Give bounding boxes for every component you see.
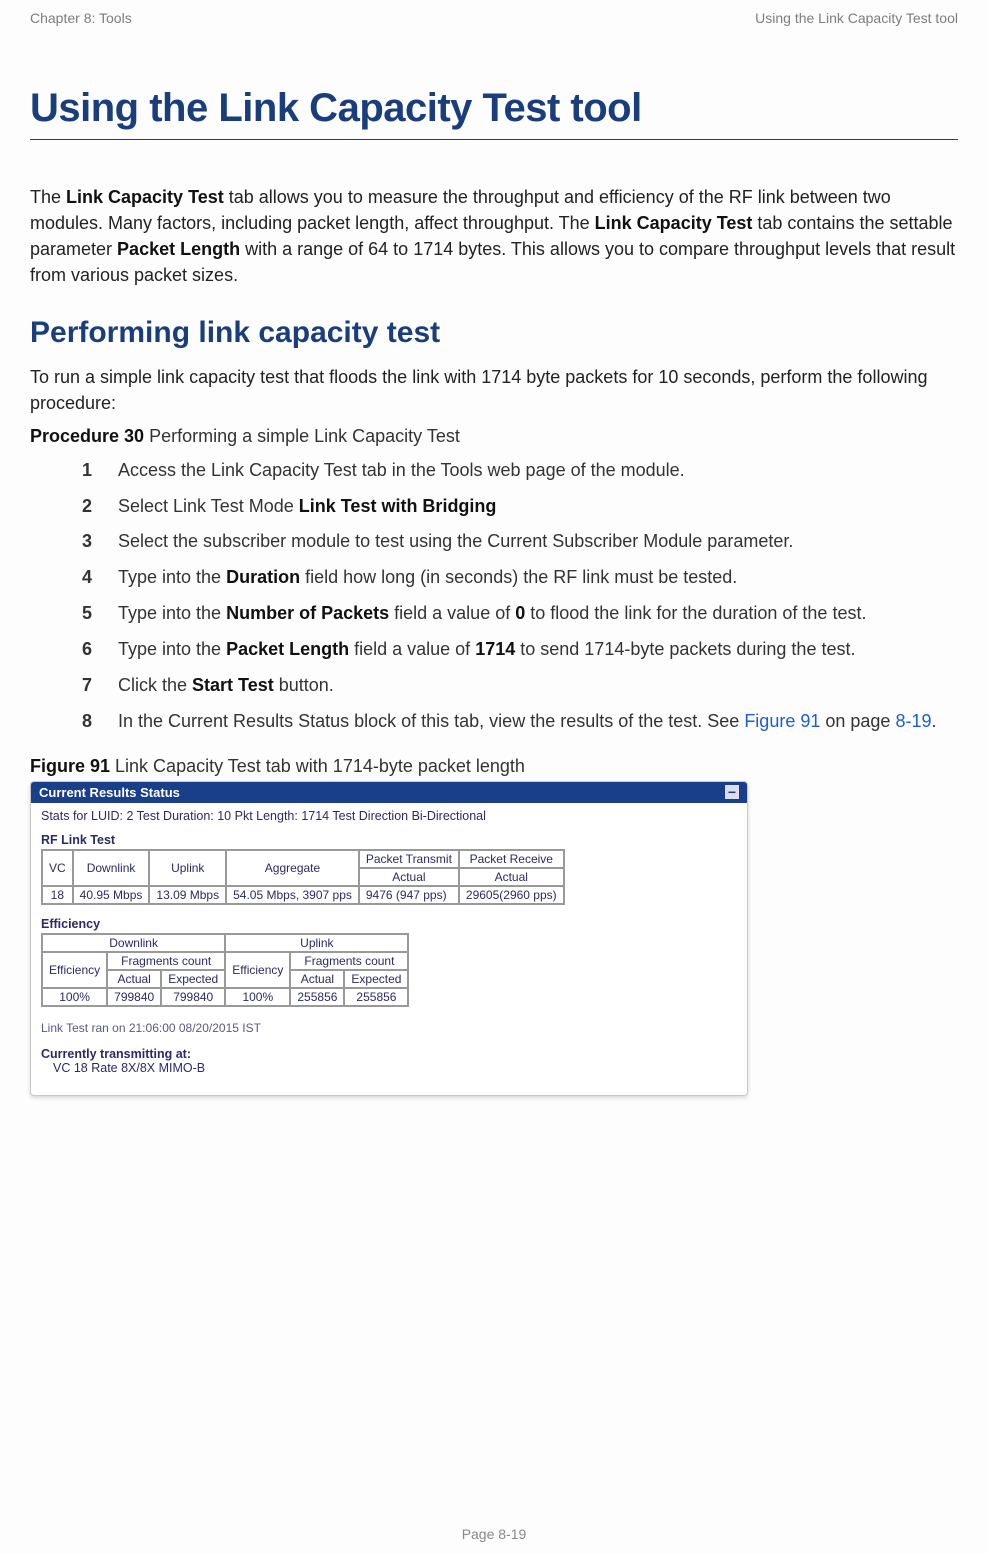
page-footer: Page 8-19	[0, 1526, 988, 1542]
procedure-steps: 1Access the Link Capacity Test tab in th…	[82, 457, 958, 736]
header-right: Using the Link Capacity Test tool	[755, 10, 958, 26]
efficiency-label: Efficiency	[41, 917, 737, 931]
current-tx-label: Currently transmitting at:	[41, 1047, 737, 1061]
page-header: Chapter 8: Tools Using the Link Capacity…	[30, 10, 958, 26]
rf-link-test-label: RF Link Test	[41, 833, 737, 847]
rf-link-table: VC Downlink Uplink Aggregate Packet Tran…	[41, 849, 565, 905]
step-6: 6Type into the Packet Length field a val…	[82, 636, 958, 664]
current-tx-rate: VC 18 Rate 8X/8X MIMO-B	[53, 1061, 737, 1075]
step-4: 4Type into the Duration field how long (…	[82, 564, 958, 592]
step-1: 1Access the Link Capacity Test tab in th…	[82, 457, 958, 485]
step-3: 3Select the subscriber module to test us…	[82, 528, 958, 556]
step-8: 8In the Current Results Status block of …	[82, 708, 958, 736]
link-test-timestamp: Link Test ran on 21:06:00 08/20/2015 IST	[41, 1021, 737, 1035]
embedded-screenshot: Current Results Status − Stats for LUID:…	[30, 781, 748, 1096]
efficiency-table: Downlink Uplink Efficiency Fragments cou…	[41, 933, 409, 1007]
header-left: Chapter 8: Tools	[30, 10, 132, 26]
figure-label: Figure 91 Link Capacity Test tab with 17…	[30, 756, 958, 777]
lead-paragraph: To run a simple link capacity test that …	[30, 364, 958, 416]
panel-title: Current Results Status	[39, 785, 180, 800]
section-heading: Performing link capacity test	[30, 316, 958, 350]
procedure-label: Procedure 30 Performing a simple Link Ca…	[30, 423, 958, 449]
step-2: 2Select Link Test Mode Link Test with Br…	[82, 493, 958, 521]
step-5: 5Type into the Number of Packets field a…	[82, 600, 958, 628]
intro-paragraph: The Link Capacity Test tab allows you to…	[30, 184, 958, 288]
page-title: Using the Link Capacity Test tool	[30, 86, 958, 140]
panel-titlebar: Current Results Status −	[31, 782, 747, 803]
collapse-icon[interactable]: −	[725, 785, 739, 799]
stats-line: Stats for LUID: 2 Test Duration: 10 Pkt …	[41, 809, 737, 823]
step-7: 7Click the Start Test button.	[82, 672, 958, 700]
